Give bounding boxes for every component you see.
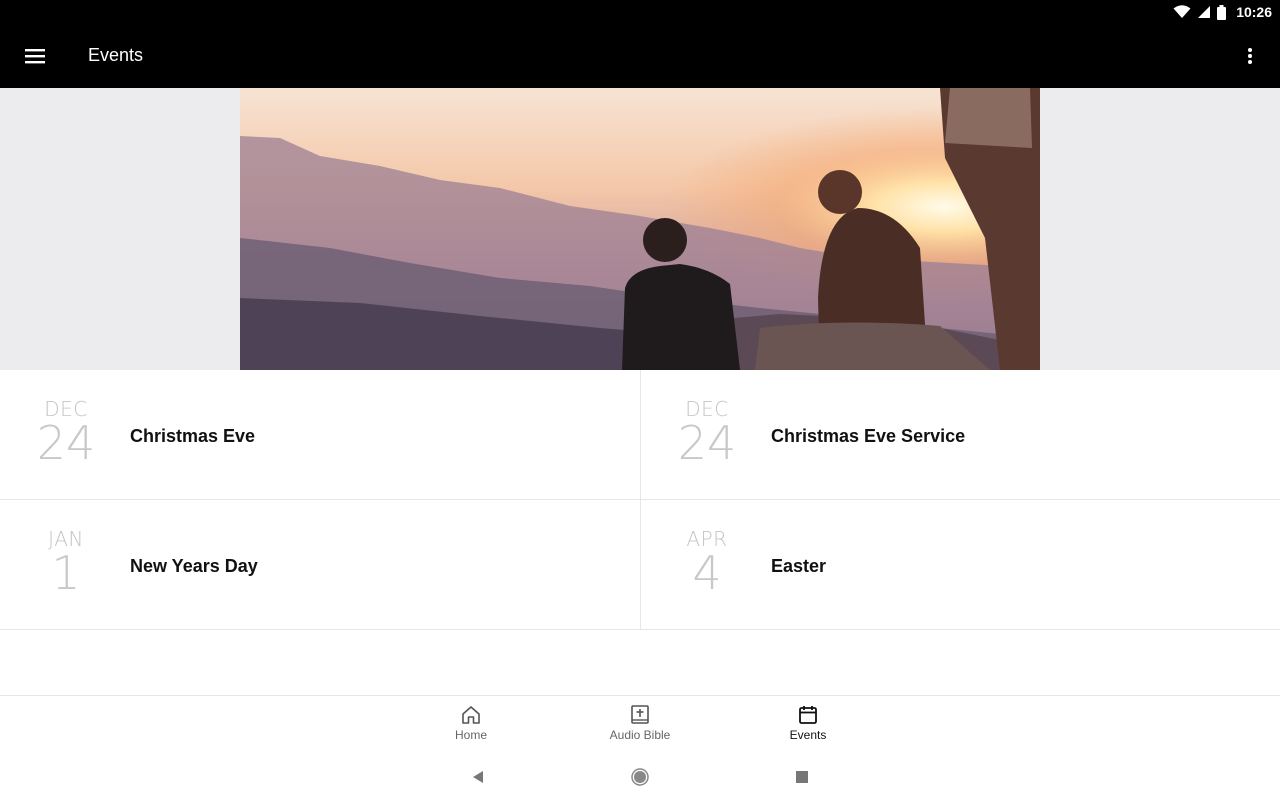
back-button[interactable]	[468, 767, 488, 787]
home-system-button[interactable]	[630, 767, 650, 787]
nav-audio-bible[interactable]: Audio Bible	[580, 704, 700, 750]
home-icon	[462, 706, 480, 724]
event-day: 4	[692, 546, 722, 600]
event-title: New Years Day	[130, 556, 258, 576]
calendar-icon	[799, 706, 817, 724]
hero-banner	[0, 88, 1280, 370]
event-card[interactable]: JAN 1 New Years Day	[0, 500, 640, 630]
hero-image	[240, 88, 1040, 370]
back-triangle-icon	[473, 771, 483, 783]
status-icons: 10:26	[1173, 0, 1272, 24]
nav-home[interactable]: Home	[411, 704, 531, 750]
status-time: 10:26	[1236, 4, 1272, 20]
menu-button[interactable]	[22, 44, 50, 68]
more-options-button[interactable]	[1240, 42, 1260, 70]
bottom-navigation: Home Audio Bible Events	[0, 695, 1280, 753]
battery-icon	[1217, 4, 1227, 20]
event-date: DEC 24	[665, 398, 749, 468]
more-vert-icon	[1248, 48, 1252, 64]
event-title: Easter	[771, 556, 827, 576]
cell-signal-icon	[1198, 6, 1211, 18]
event-card[interactable]: DEC 24 Christmas Eve	[0, 370, 640, 500]
event-card[interactable]: APR 4 Easter	[640, 500, 1280, 630]
event-title: Christmas Eve	[130, 426, 256, 446]
event-date: APR 4	[665, 528, 749, 598]
event-date: DEC 24	[24, 398, 108, 468]
status-bar: 10:26	[0, 0, 1280, 24]
event-title: Christmas Eve Service	[771, 426, 966, 446]
bible-icon	[631, 705, 649, 724]
event-day: 24	[36, 416, 96, 470]
event-date: JAN 1	[24, 528, 108, 598]
nav-events-label: Events	[789, 728, 827, 742]
system-navigation-bar	[0, 753, 1280, 800]
wifi-icon	[1173, 5, 1191, 18]
nav-audio-bible-label: Audio Bible	[609, 728, 671, 742]
app-bar: Events	[0, 24, 1280, 88]
recents-button[interactable]	[792, 767, 812, 787]
events-list: DEC 24 Christmas Eve DEC 24 Christmas Ev…	[0, 370, 1280, 631]
page-title: Events	[88, 45, 144, 65]
event-day: 1	[51, 546, 81, 600]
event-day: 24	[677, 416, 737, 470]
nav-events[interactable]: Events	[748, 704, 868, 750]
recents-square-icon	[796, 771, 808, 783]
event-card[interactable]: DEC 24 Christmas Eve Service	[640, 370, 1280, 500]
home-circle-icon	[631, 768, 649, 786]
hamburger-icon	[25, 49, 45, 64]
nav-home-label: Home	[454, 728, 487, 742]
